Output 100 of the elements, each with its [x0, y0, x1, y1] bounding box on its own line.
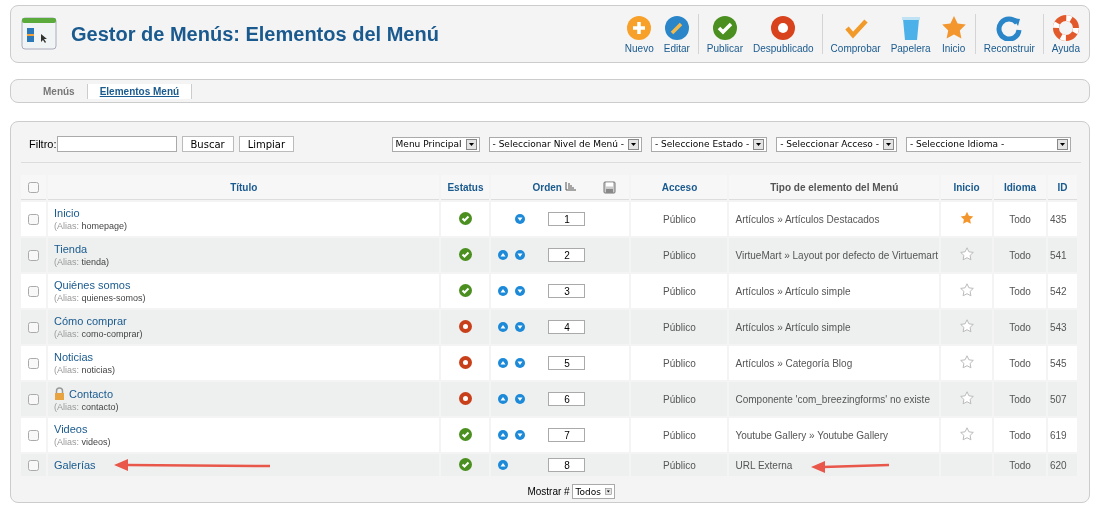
move-down-icon[interactable]	[515, 394, 526, 404]
order-field[interactable]: 4	[548, 320, 586, 334]
item-title-link[interactable]: Noticias	[54, 351, 94, 363]
toolbar-button[interactable]: Nuevo	[619, 12, 659, 56]
id-text: 545	[1050, 357, 1067, 369]
language-text: Todo	[1009, 285, 1031, 297]
published-check-icon[interactable]	[458, 457, 472, 471]
save-icon[interactable]	[603, 180, 617, 194]
row-checkbox[interactable]	[28, 429, 39, 441]
id-text: 542	[1050, 285, 1067, 297]
access-text: Público	[663, 357, 696, 369]
unpublished-circle-icon[interactable]	[458, 319, 472, 333]
filter-dropdown[interactable]: - Seleccionar Acceso -	[776, 136, 897, 152]
item-title-link[interactable]: Galerías	[54, 459, 96, 471]
order-field[interactable]: 1	[548, 212, 586, 226]
row-checkbox[interactable]	[28, 285, 39, 297]
move-up-icon[interactable]	[498, 322, 509, 332]
refresh-icon	[996, 14, 1023, 41]
filter-dropdown[interactable]: - Seleccionar Nivel de Menú -	[488, 136, 642, 152]
item-title-link[interactable]: Videos	[54, 423, 88, 435]
filter-dropdown[interactable]: Menu Principal	[391, 136, 480, 152]
move-down-icon[interactable]	[515, 214, 526, 224]
row-checkbox[interactable]	[28, 459, 39, 471]
check-icon	[711, 14, 738, 41]
move-up-icon[interactable]	[498, 460, 509, 470]
star-outline-icon[interactable]	[959, 355, 974, 369]
menu-item-type: Artículos » Artículo simple	[735, 321, 851, 333]
id-text: 619	[1050, 429, 1067, 441]
order-field[interactable]: 3	[548, 284, 586, 298]
star-outline-icon[interactable]	[959, 283, 974, 297]
move-down-icon[interactable]	[515, 286, 526, 296]
move-down-icon[interactable]	[515, 430, 526, 440]
move-down-icon[interactable]	[515, 322, 526, 332]
toolbar-button[interactable]: Comprobar	[825, 12, 886, 56]
move-up-icon[interactable]	[498, 250, 509, 260]
star-outline-icon[interactable]	[959, 427, 974, 441]
item-title-link[interactable]: Inicio	[54, 207, 80, 219]
language-text: Todo	[1009, 459, 1031, 471]
item-title-link[interactable]: Tienda	[54, 243, 88, 255]
item-title-link[interactable]: Contacto	[69, 387, 114, 400]
column-header[interactable]: Inicio	[953, 181, 980, 193]
language-text: Todo	[1009, 393, 1031, 405]
access-text: Público	[663, 321, 696, 333]
published-check-icon[interactable]	[458, 211, 472, 225]
column-header[interactable]: Acceso	[661, 181, 698, 193]
move-down-icon[interactable]	[515, 250, 526, 260]
published-check-icon[interactable]	[458, 247, 472, 261]
toolbar-button[interactable]: Despublicado	[748, 12, 819, 56]
search-button[interactable]: Buscar	[181, 136, 234, 152]
move-up-icon[interactable]	[498, 286, 509, 296]
toolbar-button[interactable]: Reconstruir	[978, 12, 1040, 56]
order-field[interactable]: 8	[548, 458, 586, 472]
menu-manager-icon	[21, 16, 57, 52]
menu-item-type: Componente 'com_breezingforms' no existe	[735, 393, 930, 405]
access-text: Público	[663, 213, 696, 225]
row-checkbox[interactable]	[28, 357, 39, 369]
submenu-tab[interactable]: Elementos Menú	[87, 83, 193, 99]
published-check-icon[interactable]	[458, 283, 472, 297]
order-field[interactable]: 2	[548, 248, 586, 262]
star-outline-icon[interactable]	[959, 391, 974, 405]
unpublished-circle-icon[interactable]	[458, 391, 472, 405]
move-up-icon[interactable]	[498, 430, 509, 440]
toolbar-button[interactable]: Papelera	[885, 12, 936, 56]
filter-field[interactable]	[56, 136, 177, 152]
select-all-checkbox[interactable]	[28, 181, 39, 193]
column-header[interactable]: Estatus	[447, 181, 484, 193]
filter-dropdown[interactable]: - Seleccione Estado -	[651, 136, 768, 152]
column-header[interactable]: ID	[1057, 181, 1068, 193]
row-checkbox[interactable]	[28, 213, 39, 225]
order-field[interactable]: 5	[548, 356, 586, 370]
submenu-tab[interactable]: Menús	[31, 83, 88, 99]
column-header[interactable]: Idioma	[1003, 181, 1037, 193]
move-down-icon[interactable]	[515, 358, 526, 368]
published-check-icon[interactable]	[458, 427, 472, 441]
move-up-icon[interactable]	[498, 394, 509, 404]
alias-text: (Alias: contacto)	[54, 401, 119, 412]
star-outline-icon[interactable]	[959, 247, 974, 261]
row-checkbox[interactable]	[28, 249, 39, 261]
toolbar-button[interactable]: Editar	[658, 12, 695, 56]
order-field[interactable]: 7	[548, 428, 586, 442]
item-title-link[interactable]: Cómo comprar	[54, 315, 127, 327]
toolbar-button[interactable]: Publicar	[701, 12, 748, 56]
menu-item-type: Artículos » Artículo simple	[735, 285, 851, 297]
item-title-link[interactable]: Quiénes somos	[54, 279, 131, 291]
toolbar-button[interactable]: Ayuda	[1046, 12, 1085, 56]
clear-button[interactable]: Limpiar	[238, 136, 295, 152]
filter-dropdown[interactable]: - Seleccione Idioma -	[906, 136, 1071, 152]
limit-dropdown[interactable]: Todos	[571, 484, 615, 499]
unpublished-circle-icon[interactable]	[458, 355, 472, 369]
menu-item-type: Artículos » Artículos Destacados	[735, 213, 880, 225]
language-text: Todo	[1009, 357, 1031, 369]
row-checkbox[interactable]	[28, 321, 39, 333]
column-header[interactable]: Título	[230, 181, 258, 193]
toolbar-button[interactable]: Inicio	[935, 12, 972, 56]
move-up-icon[interactable]	[498, 358, 509, 368]
order-field[interactable]: 6	[548, 392, 586, 406]
star-icon[interactable]	[959, 211, 974, 225]
column-header[interactable]: Orden	[532, 181, 576, 193]
star-outline-icon[interactable]	[959, 319, 974, 333]
row-checkbox[interactable]	[28, 393, 39, 405]
